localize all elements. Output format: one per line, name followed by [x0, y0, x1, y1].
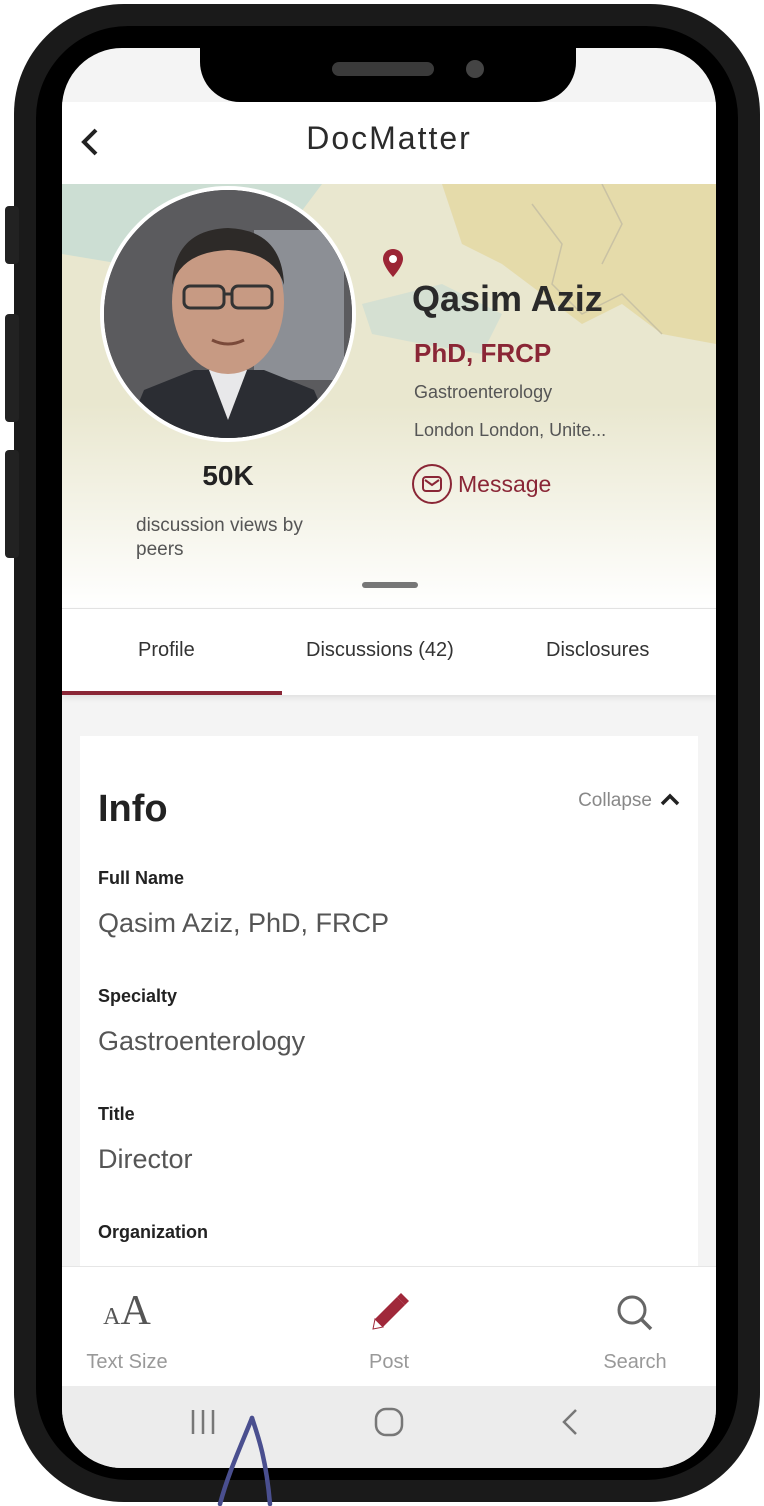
- brand-name: DocMatter: [306, 120, 472, 156]
- collapse-button[interactable]: Collapse: [578, 790, 680, 812]
- text-size-label: Text Size: [86, 1351, 168, 1373]
- profile-location: London London, Unite...: [414, 420, 607, 440]
- profile-specialty: Gastroenterology: [414, 382, 553, 402]
- profile-header: 50K discussion views by peers Qasim Aziz…: [62, 184, 716, 608]
- profile-credentials: PhD, FRCP: [414, 338, 552, 368]
- text-size-icon: AA: [103, 1288, 151, 1334]
- field-label-full-name: Full Name: [98, 868, 185, 888]
- mute-switch: [5, 206, 19, 264]
- volume-up-button: [5, 314, 19, 422]
- annotation-arrow-icon: [217, 1415, 273, 1506]
- field-label-specialty: Specialty: [98, 986, 178, 1006]
- avatar: [100, 186, 356, 442]
- post-label: Post: [368, 1351, 410, 1373]
- stat-label: discussion views by peers: [136, 515, 303, 560]
- profile-tabs: Profile Discussions (42) Disclosures: [62, 608, 716, 695]
- system-back-icon[interactable]: [558, 1404, 582, 1445]
- search-label: Search: [603, 1351, 667, 1373]
- front-camera: [466, 60, 484, 78]
- system-nav-bar: [62, 1386, 716, 1468]
- text-size-button[interactable]: AA Text Size: [72, 1267, 182, 1387]
- home-icon[interactable]: [372, 1404, 406, 1445]
- volume-down-button: [5, 450, 19, 558]
- post-button[interactable]: Post: [334, 1267, 444, 1387]
- profile-name: Qasim Aziz: [412, 278, 603, 319]
- notch: [200, 40, 576, 102]
- stat-value: 50K: [202, 460, 254, 491]
- message-button[interactable]: Message: [412, 464, 551, 504]
- location-pin-icon: [382, 248, 404, 283]
- tab-disclosures[interactable]: Disclosures: [546, 639, 649, 662]
- collapse-label: Collapse: [578, 790, 652, 811]
- tab-discussions[interactable]: Discussions (42): [306, 639, 454, 662]
- active-tab-indicator: [62, 691, 282, 695]
- message-label: Message: [458, 470, 552, 497]
- info-card: Info Collapse Full Name Qasim Aziz, PhD,…: [80, 736, 698, 1296]
- field-value-full-name: Qasim Aziz, PhD, FRCP: [98, 908, 390, 938]
- speaker: [332, 62, 434, 76]
- search-icon: [570, 1293, 700, 1338]
- app-header: DocMatter: [62, 102, 716, 184]
- info-title: Info: [98, 788, 168, 830]
- pencil-icon: [334, 1289, 444, 1342]
- field-label-title: Title: [98, 1104, 135, 1124]
- app-screen: DocMatter 50K discussion views by peers …: [62, 48, 716, 1468]
- drag-handle[interactable]: [362, 582, 418, 588]
- field-value-specialty: Gastroenterology: [98, 1026, 306, 1056]
- field-label-organization: Organization: [98, 1222, 209, 1242]
- chevron-up-icon: [660, 790, 680, 812]
- search-button[interactable]: Search: [570, 1267, 700, 1387]
- envelope-icon: [412, 464, 452, 504]
- tab-profile[interactable]: Profile: [138, 639, 195, 662]
- brand-logo: DocMatter: [62, 120, 716, 157]
- bottom-toolbar: AA Text Size Post Search: [62, 1266, 716, 1387]
- field-value-title: Director: [98, 1144, 193, 1174]
